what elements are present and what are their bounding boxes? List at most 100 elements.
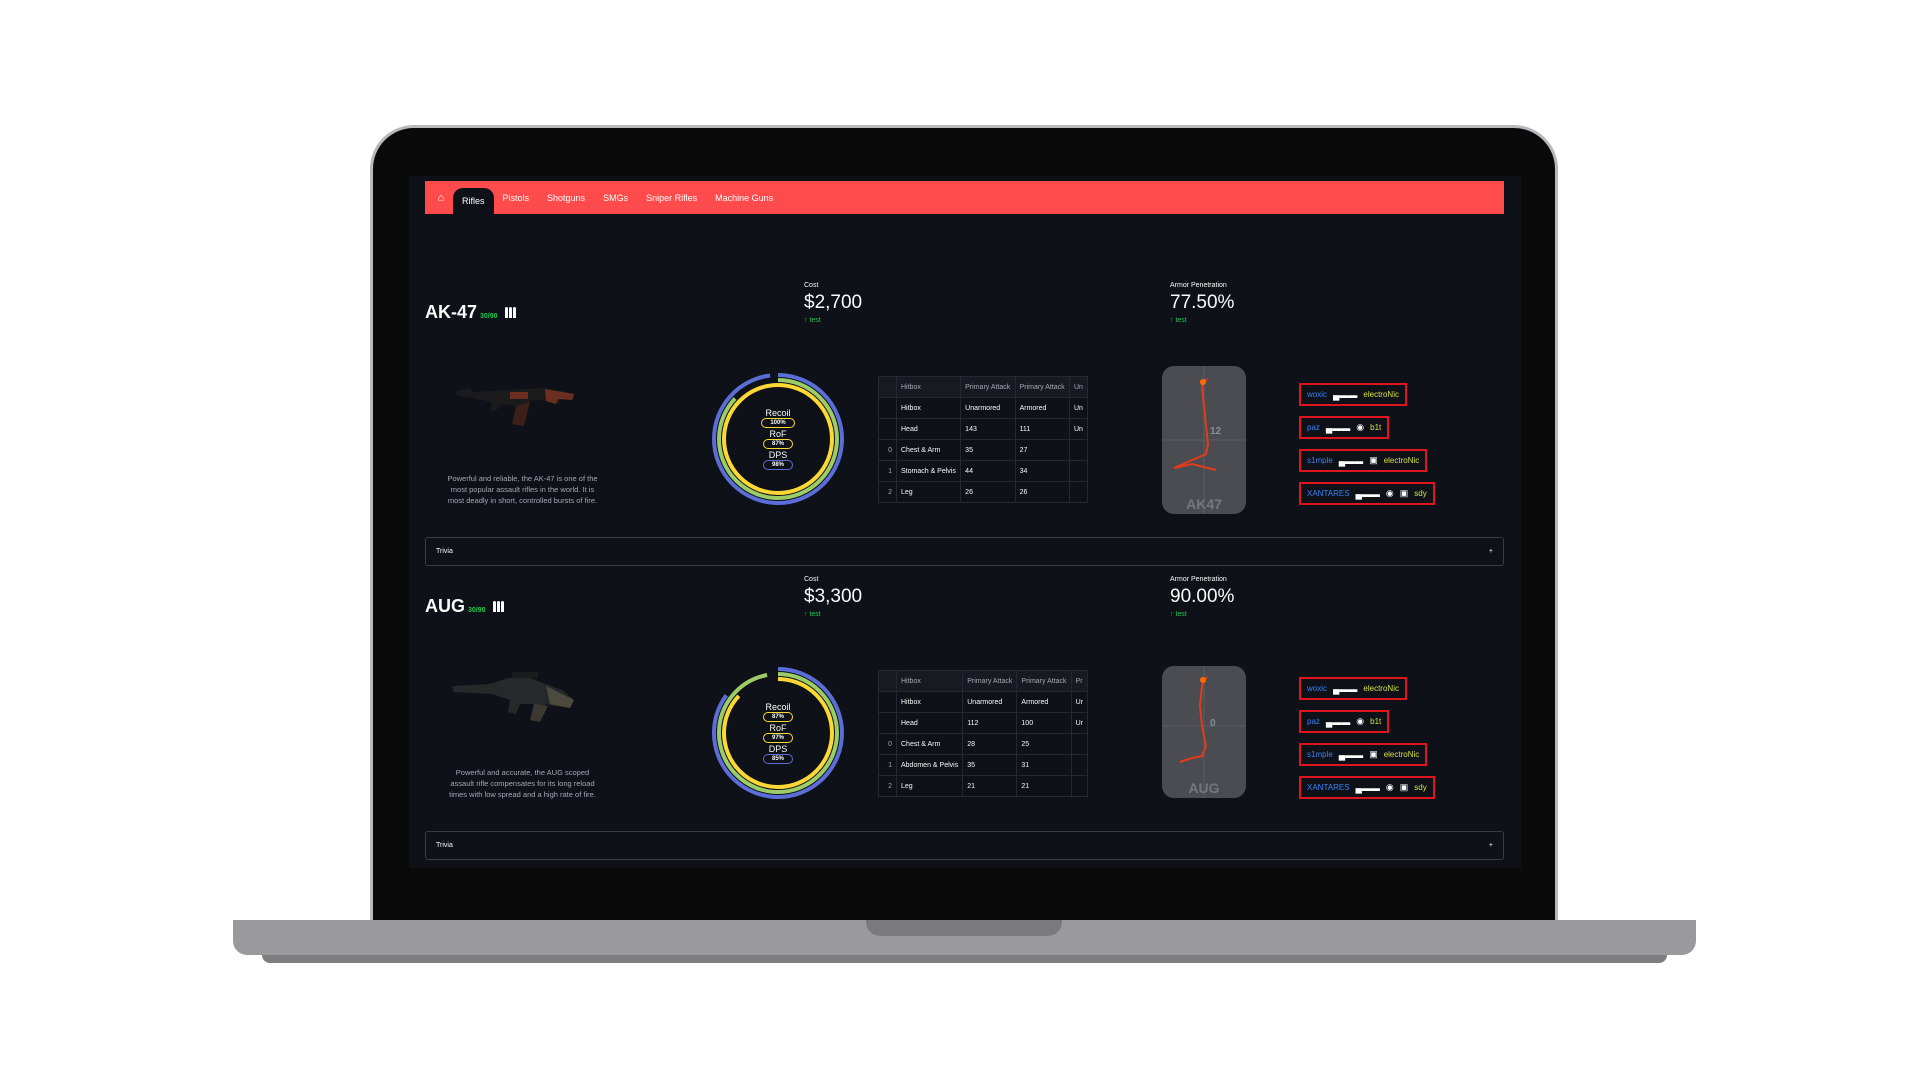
team-name: sdy: [1414, 489, 1427, 498]
tab-smgs[interactable]: SMGs: [594, 181, 637, 214]
cost-label: Cost: [804, 282, 819, 289]
tab-rifles[interactable]: Rifles: [453, 188, 494, 214]
table-cell: [878, 691, 897, 713]
trivia-label: Trivia: [436, 548, 453, 555]
table-cell: Hitbox: [895, 397, 962, 419]
weapon-name: AK-47: [425, 302, 478, 322]
pro-player-card[interactable]: paz ▄▬▬ ◉ b1t: [1299, 416, 1390, 439]
table-row: Head 112 100 Ur: [878, 712, 1089, 734]
table-cell: 111: [1014, 418, 1070, 440]
tab-machine-guns[interactable]: Machine Guns: [706, 181, 782, 214]
table-cell: 35: [960, 439, 1016, 461]
table-cell: Armored: [1016, 691, 1072, 713]
recoil-value: 100%: [761, 417, 795, 428]
weapon-description: Powerful and accurate, the AUG scoped as…: [449, 768, 596, 799]
table-cell: 26: [960, 481, 1016, 503]
recoil-label: Recoil: [765, 701, 791, 712]
table-row: 1 Abdomen & Pelvis 35 31: [878, 754, 1089, 776]
cost-delta-text: test: [809, 317, 821, 324]
cost-metric: Cost $3,300 ↑ test: [804, 576, 862, 618]
player-name: XANTARES: [1307, 489, 1350, 498]
expand-icon: +: [1488, 842, 1493, 849]
pro-player-card[interactable]: XANTARES ▄▬▬ ◉ ▣ sdy: [1299, 776, 1435, 799]
table-cell: 0: [878, 733, 897, 755]
player-name: s1mple: [1307, 750, 1333, 759]
table-cell: 143: [960, 418, 1016, 440]
damage-table[interactable]: Hitbox Primary Attack Primary Attack Un …: [878, 376, 1089, 503]
dps-stat: DPS 98%: [762, 449, 793, 470]
table-row: Hitbox Unarmored Armored Un: [878, 397, 1089, 419]
gauge-labels: Recoil 87% RoF 97% DPS 85%: [710, 665, 846, 801]
table-cell: Un: [1068, 397, 1089, 419]
table-cell: Leg: [895, 775, 964, 797]
trivia-expander[interactable]: Trivia +: [425, 537, 1504, 566]
table-row: 0 Chest & Arm 35 27: [878, 439, 1089, 461]
home-icon[interactable]: ⌂: [429, 181, 453, 214]
pro-player-card[interactable]: XANTARES ▄▬▬ ◉ ▣ sdy: [1299, 482, 1435, 505]
pro-player-card[interactable]: s1mple ▄▬▬ ▣ electroNic: [1299, 449, 1428, 472]
armor-label: Armor Penetration: [1170, 576, 1227, 583]
pro-player-card[interactable]: s1mple ▄▬▬ ▣ electroNic: [1299, 743, 1428, 766]
table-cell: 2: [878, 481, 897, 503]
expand-icon: +: [1488, 548, 1493, 555]
recoil-stat: Recoil 87%: [762, 701, 793, 722]
grenade-icon: ◉: [1385, 488, 1394, 498]
rof-label: RoF: [769, 428, 787, 439]
cost-delta-text: test: [809, 611, 821, 618]
aug-image: [452, 672, 574, 722]
cost-metric: Cost $2,700 ↑ test: [804, 282, 862, 324]
player-name: paz: [1307, 717, 1320, 726]
damage-table[interactable]: Hitbox Primary Attack Primary Attack Pr …: [878, 670, 1089, 797]
top-nav: ⌂ Rifles Pistols Shotguns SMGs Sniper Ri…: [425, 181, 1504, 214]
trivia-expander[interactable]: Trivia +: [425, 831, 1504, 860]
rof-value: 87%: [762, 438, 793, 449]
armor-label: Armor Penetration: [1170, 282, 1227, 289]
pro-players-list: woxic ▄▬▬ electroNic paz ▄▬▬ ◉ b1t s1mple ▄▬▬ ▣…: [1299, 383, 1435, 505]
ak47-image: [455, 388, 575, 426]
armor-delta: ↑ test: [1170, 611, 1187, 618]
team-name: electroNic: [1383, 456, 1420, 465]
gauge-labels: Recoil 100% RoF 87% DPS 98%: [710, 371, 846, 507]
table-cell: 26: [1014, 481, 1070, 503]
tab-pistols[interactable]: Pistols: [494, 181, 539, 214]
weapon-title: AK-47 30/90: [425, 302, 516, 323]
dps-stat: DPS 85%: [762, 744, 793, 764]
cost-label: Cost: [804, 576, 819, 583]
pro-player-card[interactable]: woxic ▄▬▬ electroNic: [1299, 383, 1407, 406]
table-cell: Abdomen & Pelvis: [895, 754, 964, 776]
pistol-icon: ▣: [1399, 488, 1409, 498]
table-cell: Unarmored: [962, 691, 1018, 713]
pro-player-card[interactable]: paz ▄▬▬ ◉ b1t: [1299, 710, 1390, 733]
table-header: [878, 376, 897, 398]
pro-player-card[interactable]: woxic ▄▬▬ electroNic: [1299, 677, 1407, 700]
dps-value: 98%: [762, 459, 793, 470]
spray-weapon-name: AUG: [1188, 780, 1220, 796]
stats-gauge: Recoil 87% RoF 97% DPS 85%: [710, 665, 846, 801]
table-cell: 21: [1016, 775, 1072, 797]
tab-sniper-rifles[interactable]: Sniper Rifles: [637, 181, 706, 214]
recoil-stat: Recoil 100%: [761, 408, 795, 428]
armor-metric: Armor Penetration 77.50% ↑ test: [1170, 282, 1234, 324]
table-row: 1 Stomach & Pelvis 44 34: [878, 460, 1089, 482]
dps-label: DPS: [768, 449, 788, 460]
table-cell: Ur: [1070, 691, 1089, 713]
team-name: b1t: [1370, 423, 1382, 432]
armor-delta-text: test: [1175, 611, 1187, 618]
table-cell: Armored: [1014, 397, 1070, 419]
table-cell: 35: [962, 754, 1018, 776]
rifle-icon: ▄▬▬: [1338, 455, 1364, 466]
table-cell: [1070, 775, 1089, 797]
table-cell: [878, 397, 897, 419]
team-name: electroNic: [1383, 750, 1420, 759]
trivia-label: Trivia: [436, 842, 453, 849]
app-screen: ⌂ Rifles Pistols Shotguns SMGs Sniper Ri…: [409, 176, 1521, 868]
tab-shotguns[interactable]: Shotguns: [538, 181, 594, 214]
weapon-name: AUG: [425, 596, 465, 616]
table-row: Hitbox Unarmored Armored Ur: [878, 691, 1089, 713]
table-cell: Stomach & Pelvis: [895, 460, 962, 482]
spray-pattern: 12 AK47: [1162, 366, 1246, 514]
table-header-row: Hitbox Primary Attack Primary Attack Pr: [878, 670, 1089, 692]
armor-delta: ↑ test: [1170, 317, 1187, 324]
weapon-title: AUG 30/90: [425, 596, 504, 617]
table-cell: 27: [1014, 439, 1070, 461]
